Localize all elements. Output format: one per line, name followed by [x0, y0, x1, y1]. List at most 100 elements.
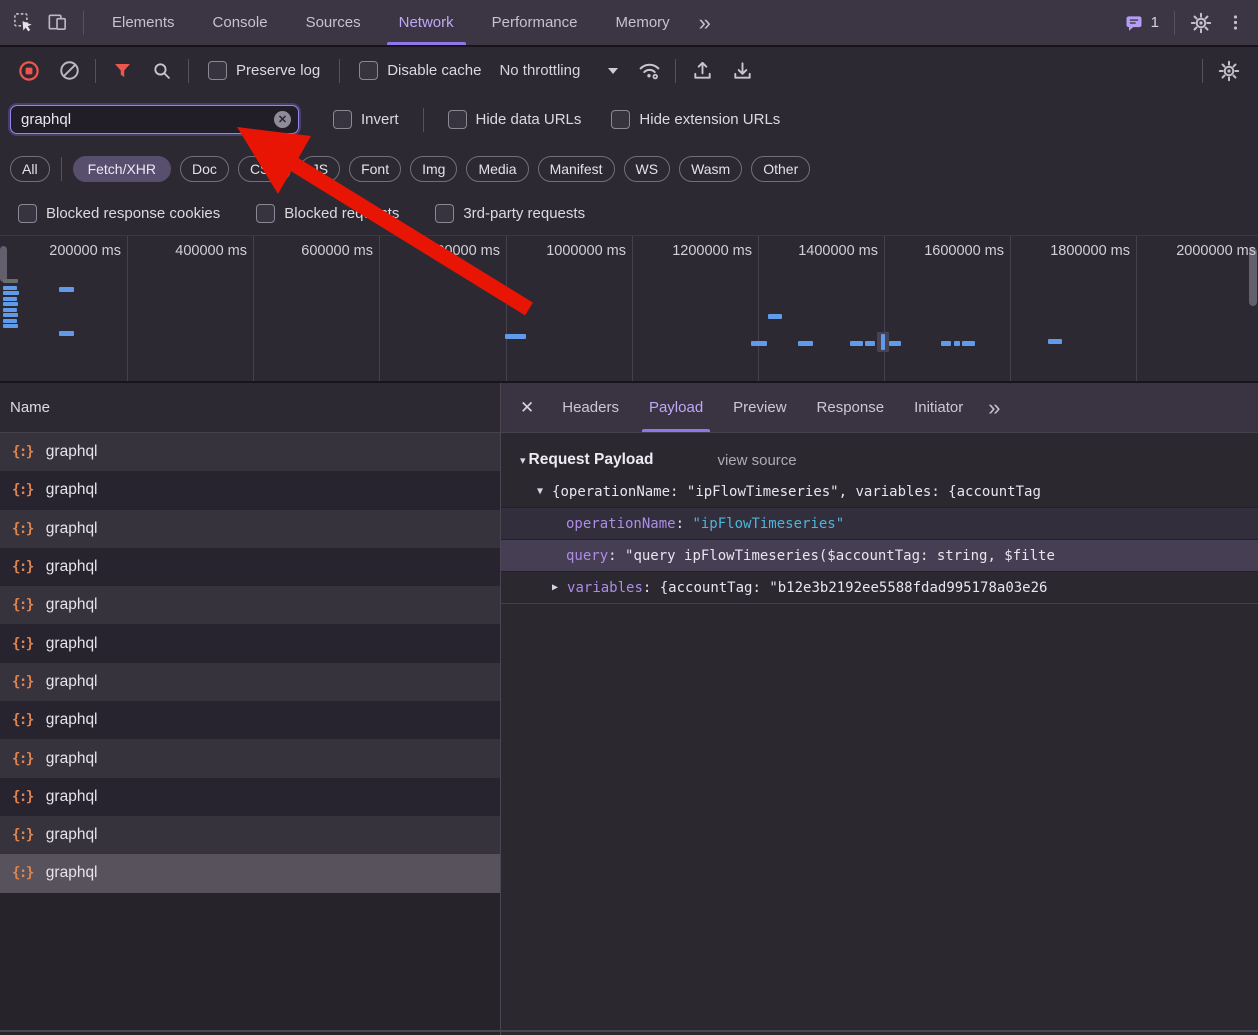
network-request-bar[interactable] — [3, 308, 17, 312]
network-request-bar[interactable] — [850, 341, 863, 346]
hide-data-urls-checkbox-group[interactable]: Hide data URLs — [448, 110, 582, 129]
network-overview-timeline[interactable]: 200000 ms400000 ms600000 ms800000 ms1000… — [0, 235, 1258, 383]
tab-memory[interactable]: Memory — [597, 0, 689, 45]
device-toolbar-icon[interactable] — [40, 6, 74, 40]
clear-filter-icon[interactable]: ✕ — [274, 111, 291, 128]
throttling-select[interactable]: No throttling — [499, 62, 618, 79]
network-request-bar[interactable] — [798, 341, 813, 346]
collapse-triangle-icon[interactable]: ▾ — [520, 454, 526, 467]
tab-response[interactable]: Response — [802, 383, 900, 432]
tab-console[interactable]: Console — [194, 0, 287, 45]
network-request-bar[interactable] — [3, 286, 17, 290]
record-network-log-icon[interactable] — [12, 54, 46, 88]
filter-funnel-icon[interactable] — [105, 54, 139, 88]
close-details-icon[interactable]: ✕ — [507, 398, 547, 418]
clear-network-log-icon[interactable] — [52, 54, 86, 88]
search-icon[interactable] — [145, 54, 179, 88]
blocked-requests-checkbox-group[interactable]: Blocked requests — [256, 204, 399, 223]
network-request-bar[interactable] — [865, 341, 875, 346]
network-request-bar[interactable] — [59, 287, 74, 292]
filter-chip-js[interactable]: JS — [300, 156, 340, 182]
filter-chip-wasm[interactable]: Wasm — [679, 156, 742, 182]
invert-checkbox[interactable] — [333, 110, 352, 129]
blocked-requests-checkbox[interactable] — [256, 204, 275, 223]
network-request-bar[interactable] — [3, 297, 17, 301]
hide-data-urls-checkbox[interactable] — [448, 110, 467, 129]
payload-operation-row[interactable]: operationName: "ipFlowTimeseries" — [501, 507, 1258, 540]
overview-left-handle[interactable] — [0, 246, 7, 282]
network-request-bar[interactable] — [954, 341, 960, 346]
collapsed-triangle-icon[interactable]: ▶ — [552, 582, 558, 593]
network-request-bar[interactable] — [3, 291, 19, 295]
table-row[interactable]: graphql — [0, 778, 500, 816]
network-request-bar[interactable] — [889, 341, 901, 346]
table-row[interactable]: graphql — [0, 739, 500, 777]
network-request-bar[interactable] — [768, 314, 782, 319]
table-row[interactable]: graphql — [0, 433, 500, 471]
blocked-cookies-checkbox-group[interactable]: Blocked response cookies — [18, 204, 220, 223]
table-row[interactable]: graphql — [0, 816, 500, 854]
tab-preview[interactable]: Preview — [718, 383, 801, 432]
table-row[interactable]: graphql — [0, 663, 500, 701]
more-tabs-icon[interactable]: » — [689, 12, 721, 34]
filter-chip-css[interactable]: CSS — [238, 156, 291, 182]
filter-chip-media[interactable]: Media — [466, 156, 528, 182]
hide-extension-urls-checkbox[interactable] — [611, 110, 630, 129]
tab-sources[interactable]: Sources — [287, 0, 380, 45]
expanded-triangle-icon[interactable]: ▼ — [537, 486, 543, 497]
network-request-bar[interactable] — [3, 279, 18, 283]
network-request-bar[interactable] — [505, 334, 526, 339]
view-source-link[interactable]: view source — [717, 452, 796, 469]
payload-root-row[interactable]: ▼ {operationName: "ipFlowTimeseries", va… — [501, 476, 1258, 507]
network-settings-gear-icon[interactable] — [1212, 54, 1246, 88]
import-har-icon[interactable] — [685, 54, 719, 88]
export-har-icon[interactable] — [725, 54, 759, 88]
invert-checkbox-group[interactable]: Invert — [333, 110, 399, 129]
filter-input[interactable]: graphql ✕ — [10, 105, 299, 134]
table-row[interactable]: graphql — [0, 624, 500, 662]
hide-extension-urls-checkbox-group[interactable]: Hide extension URLs — [611, 110, 780, 129]
request-payload-section-header[interactable]: ▾ Request Payload view source — [501, 444, 1258, 476]
tab-network[interactable]: Network — [380, 0, 473, 45]
disable-cache-checkbox-group[interactable]: Disable cache — [359, 61, 481, 80]
filter-chip-other[interactable]: Other — [751, 156, 810, 182]
third-party-checkbox[interactable] — [435, 204, 454, 223]
network-request-bar[interactable] — [3, 319, 17, 323]
filter-chip-fetch-xhr[interactable]: Fetch/XHR — [73, 156, 171, 182]
table-row[interactable]: graphql — [0, 854, 500, 892]
tab-initiator[interactable]: Initiator — [899, 383, 978, 432]
table-row[interactable]: graphql — [0, 471, 500, 509]
network-request-bar[interactable] — [962, 341, 975, 346]
network-request-bar[interactable] — [941, 341, 951, 346]
filter-chip-all[interactable]: All — [10, 156, 50, 182]
filter-chip-img[interactable]: Img — [410, 156, 457, 182]
settings-gear-icon[interactable] — [1184, 6, 1218, 40]
third-party-checkbox-group[interactable]: 3rd-party requests — [435, 204, 585, 223]
network-request-bar[interactable] — [3, 313, 18, 317]
filter-chip-manifest[interactable]: Manifest — [538, 156, 615, 182]
network-request-bar[interactable] — [1048, 339, 1062, 344]
preserve-log-checkbox[interactable] — [208, 61, 227, 80]
tab-headers[interactable]: Headers — [547, 383, 634, 432]
tab-elements[interactable]: Elements — [93, 0, 194, 45]
preserve-log-checkbox-group[interactable]: Preserve log — [208, 61, 320, 80]
table-row[interactable]: graphql — [0, 510, 500, 548]
issues-counter[interactable]: 1 — [1118, 13, 1165, 33]
inspect-element-icon[interactable] — [6, 6, 40, 40]
tab-performance[interactable]: Performance — [473, 0, 597, 45]
network-request-bar[interactable] — [751, 341, 767, 346]
network-request-bar[interactable] — [3, 302, 18, 306]
blocked-cookies-checkbox[interactable] — [18, 204, 37, 223]
name-column-header[interactable]: Name — [0, 383, 500, 433]
network-request-bar[interactable] — [59, 331, 74, 336]
network-request-bar[interactable] — [881, 334, 885, 350]
network-conditions-icon[interactable] — [632, 54, 666, 88]
filter-chip-doc[interactable]: Doc — [180, 156, 229, 182]
filter-chip-ws[interactable]: WS — [624, 156, 671, 182]
kebab-menu-icon[interactable] — [1218, 6, 1252, 40]
table-row[interactable]: graphql — [0, 586, 500, 624]
tab-payload[interactable]: Payload — [634, 383, 718, 432]
table-row[interactable]: graphql — [0, 701, 500, 739]
more-detail-tabs-icon[interactable]: » — [978, 397, 1010, 419]
table-row[interactable]: graphql — [0, 548, 500, 586]
